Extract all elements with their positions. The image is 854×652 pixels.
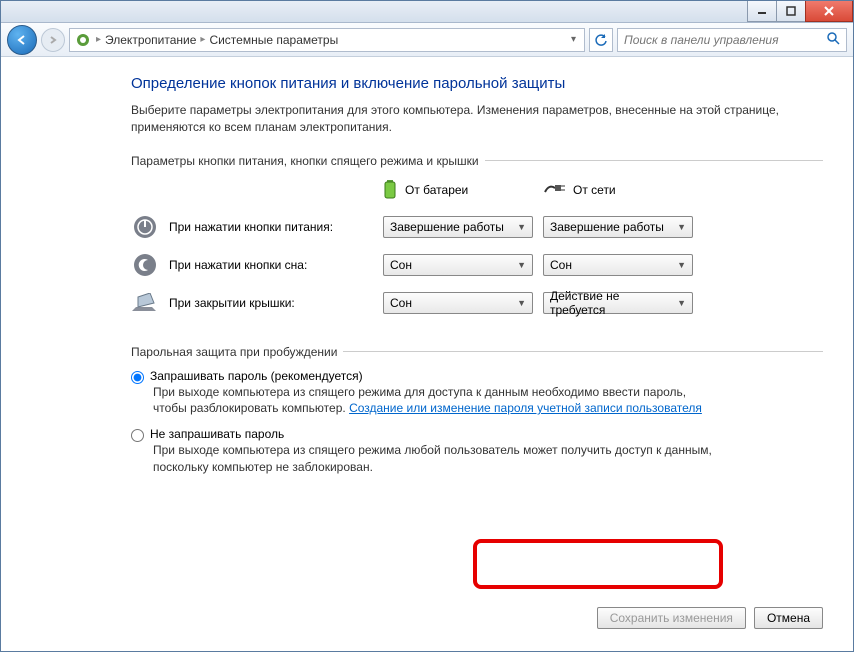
sleep-button-ac-dropdown[interactable]: Сон ▼ [543,254,693,276]
breadcrumb[interactable]: ▸ Электропитание ▸ Системные параметры ▾ [69,28,585,52]
dropdown-value: Завершение работы [390,220,504,234]
chevron-down-icon: ▼ [517,298,526,308]
norequire-password-desc: При выходе компьютера из спящего режима … [153,442,713,476]
search-icon[interactable] [826,31,840,48]
create-password-link[interactable]: Создание или изменение пароля учетной за… [349,401,702,415]
lid-close-row: При закрытии крышки: Сон ▼ Действие не тр… [131,289,823,317]
battery-column-header: От батареи [383,178,543,203]
refresh-button[interactable] [589,28,613,52]
page-title: Определение кнопок питания и включение п… [131,75,823,92]
power-icon [131,213,159,241]
password-radio-group: Запрашивать пароль (рекомендуется) При в… [131,369,823,476]
chevron-down-icon[interactable]: ▾ [567,34,580,45]
search-box[interactable] [617,28,847,52]
dropdown-value: Сон [390,296,412,310]
ac-column-header: От сети [543,178,703,203]
toolbar: ▸ Электропитание ▸ Системные параметры ▾ [1,23,853,57]
norequire-password-option: Не запрашивать пароль При выходе компьют… [131,427,823,476]
sleep-button-label: При нажатии кнопки сна: [169,258,373,272]
plug-icon [543,182,565,199]
search-input[interactable] [624,33,826,47]
laptop-icon [131,289,159,317]
save-button[interactable]: Сохранить изменения [597,607,746,629]
dropdown-value: Завершение работы [550,220,664,234]
battery-label: От батареи [405,183,468,197]
minimize-button[interactable] [747,1,777,22]
dropdown-value: Сон [390,258,412,272]
require-password-radio[interactable] [131,371,144,384]
power-button-ac-dropdown[interactable]: Завершение работы ▼ [543,216,693,238]
battery-icon [383,178,397,203]
nav-back-button[interactable] [7,25,37,55]
dropdown-value: Действие не требуется [550,289,677,317]
control-panel-window: ▸ Электропитание ▸ Системные параметры ▾… [0,0,854,652]
footer-buttons: Сохранить изменения Отмена [597,607,823,629]
norequire-password-label: Не запрашивать пароль [150,427,284,441]
breadcrumb-item-system[interactable]: Системные параметры [209,33,338,47]
window-controls [748,1,853,22]
breadcrumb-item-power[interactable]: Электропитание [105,33,196,47]
norequire-password-radio[interactable] [131,429,144,442]
power-buttons-section: Параметры кнопки питания, кнопки спящего… [131,154,823,327]
content-area: Определение кнопок питания и включение п… [1,57,853,651]
password-protection-section: Парольная защита при пробуждении Запраши… [131,345,823,476]
power-button-label: При нажатии кнопки питания: [169,220,373,234]
column-headers: От батареи От сети [383,178,823,203]
maximize-button[interactable] [776,1,806,22]
power-buttons-legend: Параметры кнопки питания, кнопки спящего… [131,154,485,168]
dropdown-value: Сон [550,258,572,272]
chevron-down-icon: ▼ [517,222,526,232]
page-intro: Выберите параметры электропитания для эт… [131,102,823,136]
chevron-right-icon: ▸ [96,34,101,45]
moon-icon [131,251,159,279]
require-password-desc: При выходе компьютера из спящего режима … [153,384,713,418]
sleep-button-battery-dropdown[interactable]: Сон ▼ [383,254,533,276]
ac-label: От сети [573,183,616,197]
chevron-down-icon: ▼ [677,260,686,270]
sleep-button-row: При нажатии кнопки сна: Сон ▼ Сон ▼ [131,251,823,279]
password-legend: Парольная защита при пробуждении [131,345,343,359]
chevron-right-icon: ▸ [200,34,205,45]
lid-close-label: При закрытии крышки: [169,296,373,310]
titlebar [1,1,853,23]
power-button-battery-dropdown[interactable]: Завершение работы ▼ [383,216,533,238]
lid-close-battery-dropdown[interactable]: Сон ▼ [383,292,533,314]
lid-close-ac-dropdown[interactable]: Действие не требуется▼ [543,292,693,314]
chevron-down-icon: ▼ [677,298,686,308]
chevron-down-icon: ▼ [677,222,686,232]
require-password-label: Запрашивать пароль (рекомендуется) [150,369,363,383]
nav-forward-button[interactable] [41,28,65,52]
cancel-button[interactable]: Отмена [754,607,823,629]
chevron-down-icon: ▼ [517,260,526,270]
require-password-option: Запрашивать пароль (рекомендуется) При в… [131,369,823,418]
power-button-row: При нажатии кнопки питания: Завершение р… [131,213,823,241]
power-plan-icon [74,31,92,49]
close-button[interactable] [805,1,853,22]
